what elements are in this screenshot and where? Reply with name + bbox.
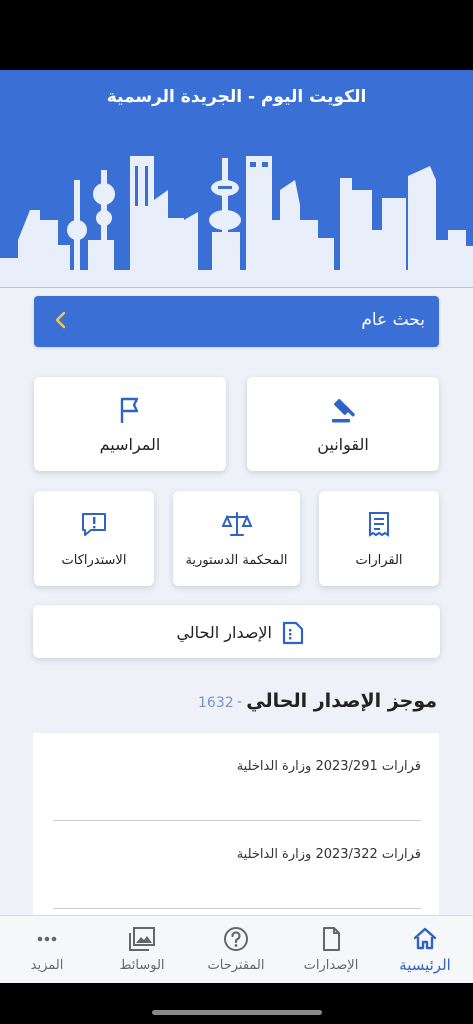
decrees-label: المراسيم bbox=[99, 435, 161, 454]
decisions-label: القرارات bbox=[355, 553, 403, 568]
list-item-text: قرارات 2023/291 وزارة الداخلية bbox=[236, 759, 421, 774]
general-search-label: بحث عام bbox=[361, 310, 425, 330]
status-bar bbox=[0, 0, 473, 70]
hero-banner: الكويت اليوم - الجريدة الرسمية bbox=[0, 70, 473, 288]
summary-list: قرارات 2023/291 وزارة الداخلية قرارات 20… bbox=[33, 733, 439, 923]
inquiries-card[interactable]: الاستدراكات bbox=[34, 491, 154, 586]
flag-icon bbox=[115, 395, 145, 429]
tab-home[interactable]: الرئيسية bbox=[378, 916, 472, 984]
home-indicator[interactable] bbox=[152, 1010, 322, 1015]
tab-issues[interactable]: الإصدارات bbox=[284, 916, 378, 984]
decisions-card[interactable]: القرارات bbox=[319, 491, 439, 586]
current-issue-button[interactable]: الإصدار الحالي bbox=[33, 605, 440, 658]
list-item-text: قرارات 2023/322 وزارة الداخلية bbox=[236, 847, 421, 862]
general-search-button[interactable]: بحث عام bbox=[34, 296, 439, 347]
app-title: الكويت اليوم - الجريدة الرسمية bbox=[106, 87, 367, 107]
document-icon bbox=[280, 620, 306, 650]
question-icon bbox=[223, 926, 249, 956]
tab-more-label: المزيد bbox=[30, 958, 64, 973]
bottom-tab-bar: الرئيسية الإصدارات المقترحات الوسائط الم… bbox=[0, 915, 473, 983]
issue-number: 1632 bbox=[198, 695, 234, 711]
list-item[interactable]: قرارات 2023/322 وزارة الداخلية bbox=[53, 821, 421, 909]
constitutional-court-label: المحكمة الدستورية bbox=[185, 553, 288, 568]
current-issue-label: الإصدار الحالي bbox=[176, 623, 272, 642]
constitutional-court-card[interactable]: المحكمة الدستورية bbox=[173, 491, 300, 586]
images-icon bbox=[128, 926, 156, 956]
gavel-icon bbox=[328, 395, 358, 429]
inquiries-label: الاستدراكات bbox=[61, 553, 127, 568]
tab-more[interactable]: المزيد bbox=[0, 916, 94, 984]
home-indicator-area bbox=[0, 983, 473, 1024]
decrees-card[interactable]: المراسيم bbox=[34, 377, 226, 471]
file-icon bbox=[319, 926, 343, 956]
tab-suggestions-label: المقترحات bbox=[207, 958, 265, 973]
tab-media[interactable]: الوسائط bbox=[95, 916, 189, 984]
hero-divider bbox=[0, 287, 473, 288]
tab-suggestions[interactable]: المقترحات bbox=[189, 916, 283, 984]
receipt-icon bbox=[366, 509, 392, 543]
laws-card[interactable]: القوانين bbox=[247, 377, 439, 471]
comment-alert-icon bbox=[79, 509, 109, 543]
tab-home-label: الرئيسية bbox=[399, 956, 451, 974]
tab-media-label: الوسائط bbox=[119, 958, 165, 973]
laws-label: القوانين bbox=[317, 435, 369, 454]
dots-icon bbox=[34, 926, 60, 956]
chevron-left-icon bbox=[54, 311, 66, 333]
list-item[interactable]: قرارات 2023/291 وزارة الداخلية bbox=[53, 733, 421, 821]
scales-icon bbox=[220, 509, 253, 543]
app-screen: الكويت اليوم - الجريدة الرسمية بحث عام ا… bbox=[0, 0, 473, 1024]
home-icon bbox=[412, 926, 438, 956]
summary-title: موجز الإصدار الحالي bbox=[246, 690, 437, 712]
tab-issues-label: الإصدارات bbox=[303, 958, 359, 973]
summary-separator: - bbox=[237, 694, 243, 710]
list-divider bbox=[53, 908, 421, 909]
